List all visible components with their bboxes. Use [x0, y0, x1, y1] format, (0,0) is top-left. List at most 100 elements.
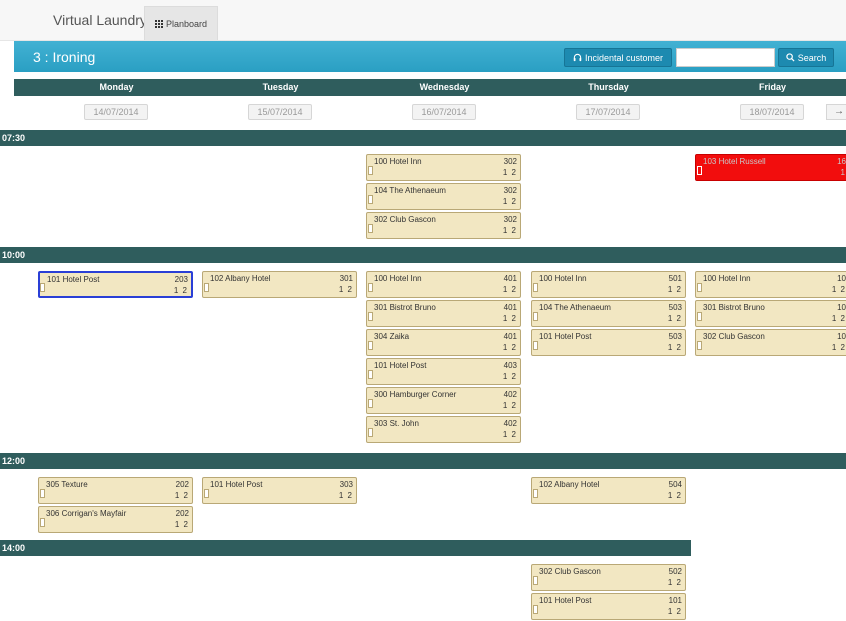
date-button-thursday[interactable]: 17/07/2014	[576, 104, 640, 120]
order-card[interactable]: 302 Club Gascon 502 1 2	[531, 564, 686, 591]
order-card[interactable]: 301 Bistrot Bruno 10 1 2	[695, 300, 846, 327]
order-quantity: 1 2	[502, 197, 517, 206]
customer-name: 301 Bistrot Bruno	[374, 303, 436, 312]
order-card[interactable]: 305 Texture 202 1 2	[38, 477, 193, 504]
order-checkbox[interactable]	[368, 428, 373, 437]
incidental-customer-button[interactable]: Incidental customer	[564, 48, 672, 67]
day-name-tuesday: Tuesday	[262, 82, 299, 92]
order-number: 503	[668, 332, 682, 341]
day-name-friday: Friday	[758, 82, 786, 92]
order-number: 501	[668, 274, 682, 283]
headphones-icon	[573, 53, 582, 62]
order-checkbox[interactable]	[40, 283, 45, 292]
order-card[interactable]: 102 Albany Hotel 504 1 2	[531, 477, 686, 504]
customer-name: 101 Hotel Post	[539, 332, 592, 341]
order-quantity: 1 2	[831, 343, 846, 352]
order-quantity: 1 2	[831, 314, 846, 323]
order-number: 302	[503, 157, 517, 166]
order-card[interactable]: 104 The Athenaeum 503 1 2	[531, 300, 686, 327]
order-checkbox[interactable]	[533, 605, 538, 614]
search-button[interactable]: Search	[778, 48, 834, 67]
order-card[interactable]: 100 Hotel Inn 401 1 2	[366, 271, 521, 298]
order-checkbox[interactable]	[204, 283, 209, 292]
order-card[interactable]: 100 Hotel Inn 10 1 2	[695, 271, 846, 298]
order-number: 10	[837, 274, 846, 283]
date-button-wednesday[interactable]: 16/07/2014	[412, 104, 476, 120]
order-checkbox[interactable]	[204, 489, 209, 498]
date-button-monday[interactable]: 14/07/2014	[84, 104, 148, 120]
search-input[interactable]	[676, 48, 775, 67]
time-slot-header: 07:30	[0, 130, 846, 146]
date-button-tuesday[interactable]: 15/07/2014	[248, 104, 312, 120]
tab-planboard[interactable]: Planboard	[144, 6, 218, 40]
order-card[interactable]: 300 Hamburger Corner 402 1 2	[366, 387, 521, 414]
order-checkbox[interactable]	[368, 341, 373, 350]
order-card[interactable]: 302 Club Gascon 302 1 2	[366, 212, 521, 239]
order-card[interactable]: 303 St. John 402 1 2	[366, 416, 521, 443]
next-week-button[interactable]: →	[826, 104, 846, 120]
order-quantity: 1 2	[667, 578, 682, 587]
order-card[interactable]: 100 Hotel Inn 501 1 2	[531, 271, 686, 298]
order-checkbox[interactable]	[533, 576, 538, 585]
order-card[interactable]: 100 Hotel Inn 302 1 2	[366, 154, 521, 181]
order-checkbox[interactable]	[697, 166, 702, 175]
order-number: 202	[175, 509, 189, 518]
customer-name: 100 Hotel Inn	[539, 274, 587, 283]
order-number: 10	[837, 332, 846, 341]
order-quantity: 1 2	[502, 168, 517, 177]
order-card[interactable]: 101 Hotel Post 403 1 2	[366, 358, 521, 385]
brand-link[interactable]: Virtual Laundry	[53, 12, 147, 28]
order-card[interactable]: 304 Zaika 401 1 2	[366, 329, 521, 356]
customer-name: 102 Albany Hotel	[210, 274, 271, 283]
order-card[interactable]: 302 Club Gascon 10 1 2	[695, 329, 846, 356]
order-number: 401	[503, 332, 517, 341]
order-quantity: 1 2	[831, 285, 846, 294]
order-checkbox[interactable]	[368, 283, 373, 292]
order-checkbox[interactable]	[40, 518, 45, 527]
order-quantity: 1 2	[502, 314, 517, 323]
order-checkbox[interactable]	[368, 399, 373, 408]
order-checkbox[interactable]	[40, 489, 45, 498]
order-quantity: 1 2	[338, 285, 353, 294]
incidental-customer-label: Incidental customer	[584, 52, 664, 63]
order-quantity: 1 2	[502, 343, 517, 352]
order-number: 16	[837, 157, 846, 166]
order-checkbox[interactable]	[368, 370, 373, 379]
order-number: 10	[837, 303, 846, 312]
order-card[interactable]: 306 Corrigan's Mayfair 202 1 2	[38, 506, 193, 533]
day-name-thursday: Thursday	[588, 82, 629, 92]
order-card[interactable]: 101 Hotel Post 203 1 2	[38, 271, 193, 298]
order-number: 502	[668, 567, 682, 576]
order-checkbox[interactable]	[533, 489, 538, 498]
order-checkbox[interactable]	[533, 341, 538, 350]
order-checkbox[interactable]	[368, 166, 373, 175]
order-quantity: 1 2	[502, 401, 517, 410]
order-card[interactable]: 103 Hotel Russell 16 1	[695, 154, 846, 181]
order-card[interactable]: 102 Albany Hotel 301 1 2	[202, 271, 357, 298]
order-checkbox[interactable]	[697, 312, 702, 321]
order-checkbox[interactable]	[697, 283, 702, 292]
order-checkbox[interactable]	[368, 224, 373, 233]
order-card[interactable]: 101 Hotel Post 503 1 2	[531, 329, 686, 356]
customer-name: 101 Hotel Post	[47, 275, 100, 284]
order-card[interactable]: 104 The Athenaeum 302 1 2	[366, 183, 521, 210]
customer-name: 300 Hamburger Corner	[374, 390, 457, 399]
order-number: 402	[503, 390, 517, 399]
order-checkbox[interactable]	[533, 283, 538, 292]
order-number: 503	[668, 303, 682, 312]
order-number: 504	[668, 480, 682, 489]
order-checkbox[interactable]	[368, 312, 373, 321]
order-checkbox[interactable]	[697, 341, 702, 350]
order-card[interactable]: 101 Hotel Post 303 1 2	[202, 477, 357, 504]
date-button-friday[interactable]: 18/07/2014	[740, 104, 804, 120]
order-quantity: 1 2	[667, 343, 682, 352]
customer-name: 103 Hotel Russell	[703, 157, 766, 166]
top-navbar: Virtual Laundry Planboard	[0, 0, 846, 41]
order-card[interactable]: 101 Hotel Post 101 1 2	[531, 593, 686, 620]
order-number: 402	[503, 419, 517, 428]
order-checkbox[interactable]	[368, 195, 373, 204]
order-number: 401	[503, 274, 517, 283]
customer-name: 302 Club Gascon	[374, 215, 436, 224]
order-card[interactable]: 301 Bistrot Bruno 401 1 2	[366, 300, 521, 327]
order-checkbox[interactable]	[533, 312, 538, 321]
